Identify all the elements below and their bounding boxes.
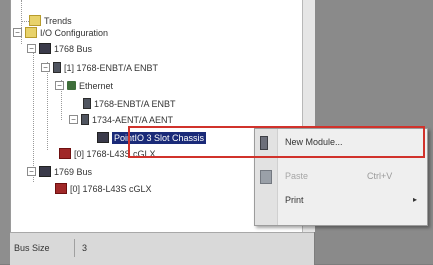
collapse-toggle[interactable]: − bbox=[27, 44, 36, 53]
controller-icon bbox=[59, 148, 71, 160]
bus-size-label: Bus Size bbox=[14, 243, 50, 253]
paste-icon bbox=[260, 170, 272, 184]
chassis-icon bbox=[97, 132, 109, 144]
folder-icon bbox=[25, 27, 37, 39]
backplane-icon bbox=[39, 166, 51, 178]
bus-size-value: 3 bbox=[82, 243, 88, 253]
collapse-toggle[interactable]: − bbox=[69, 115, 78, 124]
backplane-icon bbox=[39, 43, 51, 55]
tree-node-1768-bus[interactable]: 1768 Bus bbox=[39, 42, 92, 55]
collapse-toggle[interactable]: − bbox=[13, 28, 22, 37]
collapse-toggle[interactable]: − bbox=[27, 167, 36, 176]
tree-node-io-configuration[interactable]: I/O Configuration bbox=[25, 26, 108, 39]
tree-connector bbox=[33, 50, 34, 182]
tree-node-ethernet[interactable]: Ethernet bbox=[67, 79, 113, 91]
status-bar: Bus Size 3 bbox=[10, 232, 314, 265]
tree-node-1768-enbt[interactable]: 1768-ENBT/A ENBT bbox=[83, 97, 176, 110]
tree-node-1769-controller[interactable]: [0] 1768-L43S cGLX bbox=[55, 182, 152, 195]
status-divider bbox=[74, 239, 75, 257]
tree-connector bbox=[21, 0, 22, 44]
tree-node-1734-aent[interactable]: 1734-AENT/A AENT bbox=[81, 113, 173, 126]
adapter-module-icon bbox=[81, 114, 89, 126]
collapse-toggle[interactable]: − bbox=[55, 81, 64, 90]
folder-icon bbox=[29, 15, 41, 27]
controller-icon bbox=[55, 183, 67, 195]
left-panel-edge bbox=[0, 0, 10, 264]
tree-node-trends[interactable]: Trends bbox=[29, 14, 72, 27]
menu-item-paste[interactable]: Paste Ctrl+V bbox=[255, 165, 427, 187]
tree-node-1769-bus[interactable]: 1769 Bus bbox=[39, 165, 92, 178]
module-icon bbox=[83, 98, 91, 110]
collapse-toggle[interactable]: − bbox=[41, 63, 50, 72]
tree-connector bbox=[47, 62, 48, 150]
submenu-arrow-icon: ▸ bbox=[412, 195, 417, 204]
callout-highlight-box bbox=[128, 126, 425, 158]
module-icon bbox=[53, 62, 61, 74]
menu-item-print[interactable]: Print ▸ bbox=[255, 189, 427, 211]
tree-node-1768-enbt-slot[interactable]: [1] 1768-ENBT/A ENBT bbox=[53, 61, 158, 74]
ethernet-network-icon bbox=[67, 81, 76, 91]
